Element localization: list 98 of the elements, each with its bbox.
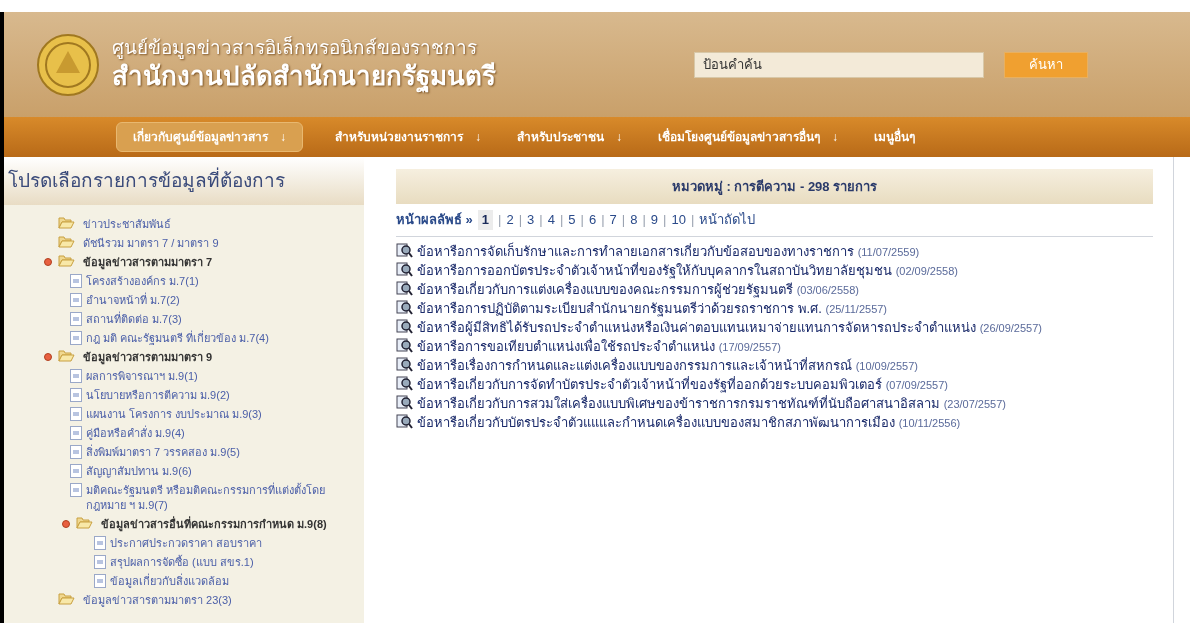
document-icon [94, 536, 106, 550]
document-icon [94, 574, 106, 588]
result-date: (10/11/2556) [898, 416, 961, 429]
magnifier-document-icon [396, 337, 413, 353]
folder-link[interactable]: ข้อมูลข่าวสารตามมาตรา 9 [83, 350, 213, 365]
document-icon [70, 369, 82, 383]
page-link[interactable]: กฎ มติ คณะรัฐมนตรี ที่เกี่ยวข้อง ม.7(4) [86, 331, 269, 346]
page-link[interactable]: สรุปผลการจัดซื้อ (แบบ สขร.1) [110, 555, 254, 570]
folder-link[interactable]: ข้อมูลข่าวสารตามมาตรา 23(3) [83, 593, 232, 608]
result-link[interactable]: ข้อหารือเกี่ยวกับการสวมใส่เครื่องแบบพิเศษของข้าราชการกรมราชทัณฑ์ที่นับถือศาสนาอิสลาม [417, 395, 940, 411]
pagination-label: หน้าผลลัพธ์ » [396, 211, 473, 229]
result-date: (02/09/2558) [895, 264, 958, 277]
magnifier-document-icon [396, 356, 413, 372]
category-heading: หมวดหมู่ : การตีความ - 298 รายการ [396, 169, 1153, 204]
magnifier-document-icon [396, 394, 413, 410]
result-date: (25/11/2557) [825, 302, 888, 315]
page-number-link[interactable]: 2 [506, 210, 514, 230]
page-link[interactable]: คู่มือหรือคำสั่ง ม.9(4) [86, 426, 185, 441]
separator: | [518, 211, 523, 229]
document-icon [94, 555, 106, 569]
separator: | [621, 211, 626, 229]
page-link[interactable]: อำนาจหน้าที่ ม.7(2) [86, 293, 180, 308]
separator: | [559, 211, 564, 229]
page-link[interactable]: โครงสร้างองค์กร ม.7(1) [86, 274, 199, 289]
page-link[interactable]: นโยบายหรือการตีความ ม.9(2) [86, 388, 230, 403]
page-link[interactable]: มติคณะรัฐมนตรี หรือมติคณะกรรมการที่แต่งตั้งโดยกฎหมาย ฯ ม.9(7) [86, 483, 336, 513]
document-icon [70, 274, 82, 288]
next-page-link[interactable]: หน้าถัดไป [699, 210, 756, 230]
folder-icon [76, 517, 93, 529]
magnifier-document-icon [396, 375, 413, 391]
separator: | [580, 211, 584, 229]
magnifier-document-icon [396, 413, 413, 429]
separator: | [642, 211, 646, 229]
page-number-link[interactable]: 10 [671, 210, 686, 230]
result-link[interactable]: ข้อหารือเกี่ยวกับการจัดทำบัตรประจำตัวเจ้าหน้าที่ของรัฐที่ออกด้วยระบบคอมพิวเตอร์ [417, 376, 882, 392]
page-number-link[interactable]: 7 [609, 210, 617, 230]
result-link[interactable]: ข้อหารือการขอเทียบตำแหน่งเพื่อใช้รถประจำตำแหน่ง [417, 338, 715, 354]
page-link[interactable]: ผลการพิจารณาฯ ม.9(1) [86, 369, 198, 384]
folder-icon [58, 255, 75, 267]
page-number-link[interactable]: 9 [650, 210, 659, 230]
document-icon [70, 312, 82, 326]
folder-link[interactable]: ดัชนีรวม มาตรา 7 / มาตรา 9 [83, 236, 219, 251]
folder-icon [58, 350, 75, 362]
separator: | [663, 211, 667, 229]
page-link[interactable]: สิ่งพิมพ์มาตรา 7 วรรคสอง ม.9(5) [86, 445, 240, 460]
page-number-link[interactable]: 3 [527, 210, 535, 230]
result-date: (23/07/2557) [943, 397, 1006, 410]
magnifier-document-icon [396, 299, 413, 315]
document-icon [70, 445, 82, 459]
result-link[interactable]: ข้อหารือผู้มีสิทธิได้รับรถประจำตำแหน่งหรือเงินค่าตอบแทนเหมาจ่ายแทนการจัดหารถประจำตำแหน่ง [417, 319, 976, 335]
result-link[interactable]: ข้อหารือการออกบัตรประจำตัวเจ้าหน้าที่ของรัฐให้กับบุคลากรในสถาบันวิทยาลัยชุมชน [417, 262, 892, 278]
result-link[interactable]: ข้อหารือการปฏิบัติตามระเบียบสำนักนายกรัฐมนตรีว่าด้วยรถราชการ พ.ศ. [417, 300, 822, 316]
page-number-link[interactable]: 1 [477, 210, 494, 230]
document-icon [70, 426, 82, 440]
result-link[interactable]: ข้อหารือเกี่ยวกับการแต่งเครื่องแบบของคณะกรรมการผู้ช่วยรัฐมนตรี [417, 281, 793, 297]
page-number-link[interactable]: 4 [547, 210, 555, 230]
page-number-link[interactable]: 8 [630, 210, 638, 230]
site-subtitle: ศูนย์ข้อมูลข่าวสารอิเล็กทรอนิกส์ของราชการ [112, 36, 478, 61]
page-link[interactable]: ข้อมูลเกี่ยวกับสิ่งแวดล้อม [110, 574, 229, 589]
page-link[interactable]: สัญญาสัมปทาน ม.9(6) [86, 464, 192, 479]
sidebar-title: โปรดเลือกรายการข้อมูลที่ต้องการ [4, 157, 364, 205]
result-date: (11/07/2559) [857, 245, 920, 258]
separator: | [690, 211, 695, 229]
page-link[interactable]: ประกาศประกวดราคา สอบราคา [110, 536, 263, 551]
document-icon [70, 483, 82, 497]
page-link[interactable]: สถานที่ติดต่อ ม.7(3) [86, 312, 182, 327]
magnifier-document-icon [396, 318, 413, 334]
document-icon [70, 293, 82, 307]
result-date: (07/09/2557) [885, 378, 948, 391]
document-icon [70, 331, 82, 345]
folder-link[interactable]: ข้อมูลข่าวสารอื่นที่คณะกรรมการกำหนด ม.9(8) [101, 517, 327, 532]
magnifier-document-icon [396, 280, 413, 296]
magnifier-document-icon [396, 242, 413, 258]
site-title: สำนักงานปลัดสำนักนายกรัฐมนตรี [112, 60, 496, 93]
result-date: (26/09/2557) [979, 321, 1042, 334]
separator: | [539, 211, 543, 229]
result-link[interactable]: ข้อหารือเรื่องการกำหนดและแต่งเครื่องแบบของกรรมการและเจ้าหน้าที่สหกรณ์ [417, 357, 852, 373]
page-link[interactable]: แผนงาน โครงการ งบประมาณ ม.9(3) [86, 407, 262, 422]
emblem-icon [36, 32, 100, 97]
folder-icon [58, 236, 75, 248]
document-icon [70, 464, 82, 478]
search-field[interactable]: ป้อนคำค้น [694, 51, 984, 78]
result-date: (17/09/2557) [718, 340, 781, 353]
separator: | [498, 211, 502, 229]
page-number-link[interactable]: 5 [568, 210, 576, 230]
result-link[interactable]: ข้อหารือการจัดเก็บรักษาและการทำลายเอกสารเกี่ยวกับข้อสอบของทางราชการ [417, 243, 854, 259]
folder-icon [58, 593, 75, 605]
page-number-link[interactable]: 6 [588, 210, 597, 230]
magnifier-document-icon [396, 261, 413, 277]
document-icon [70, 407, 82, 421]
document-icon [70, 388, 82, 402]
folder-link[interactable]: ข่าวประชาสัมพันธ์ [83, 217, 171, 232]
folder-link[interactable]: ข้อมูลข่าวสารตามมาตรา 7 [83, 255, 213, 270]
result-date: (03/06/2558) [796, 283, 859, 296]
result-date: (10/09/2557) [855, 359, 918, 372]
result-link[interactable]: ข้อหารือเกี่ยวกับบัตรประจำตัวแแและกำหนดเครื่องแบบของสมาชิกสภาพัฒนาการเมือง [417, 414, 895, 430]
separator: | [601, 211, 605, 229]
folder-icon [58, 217, 75, 229]
